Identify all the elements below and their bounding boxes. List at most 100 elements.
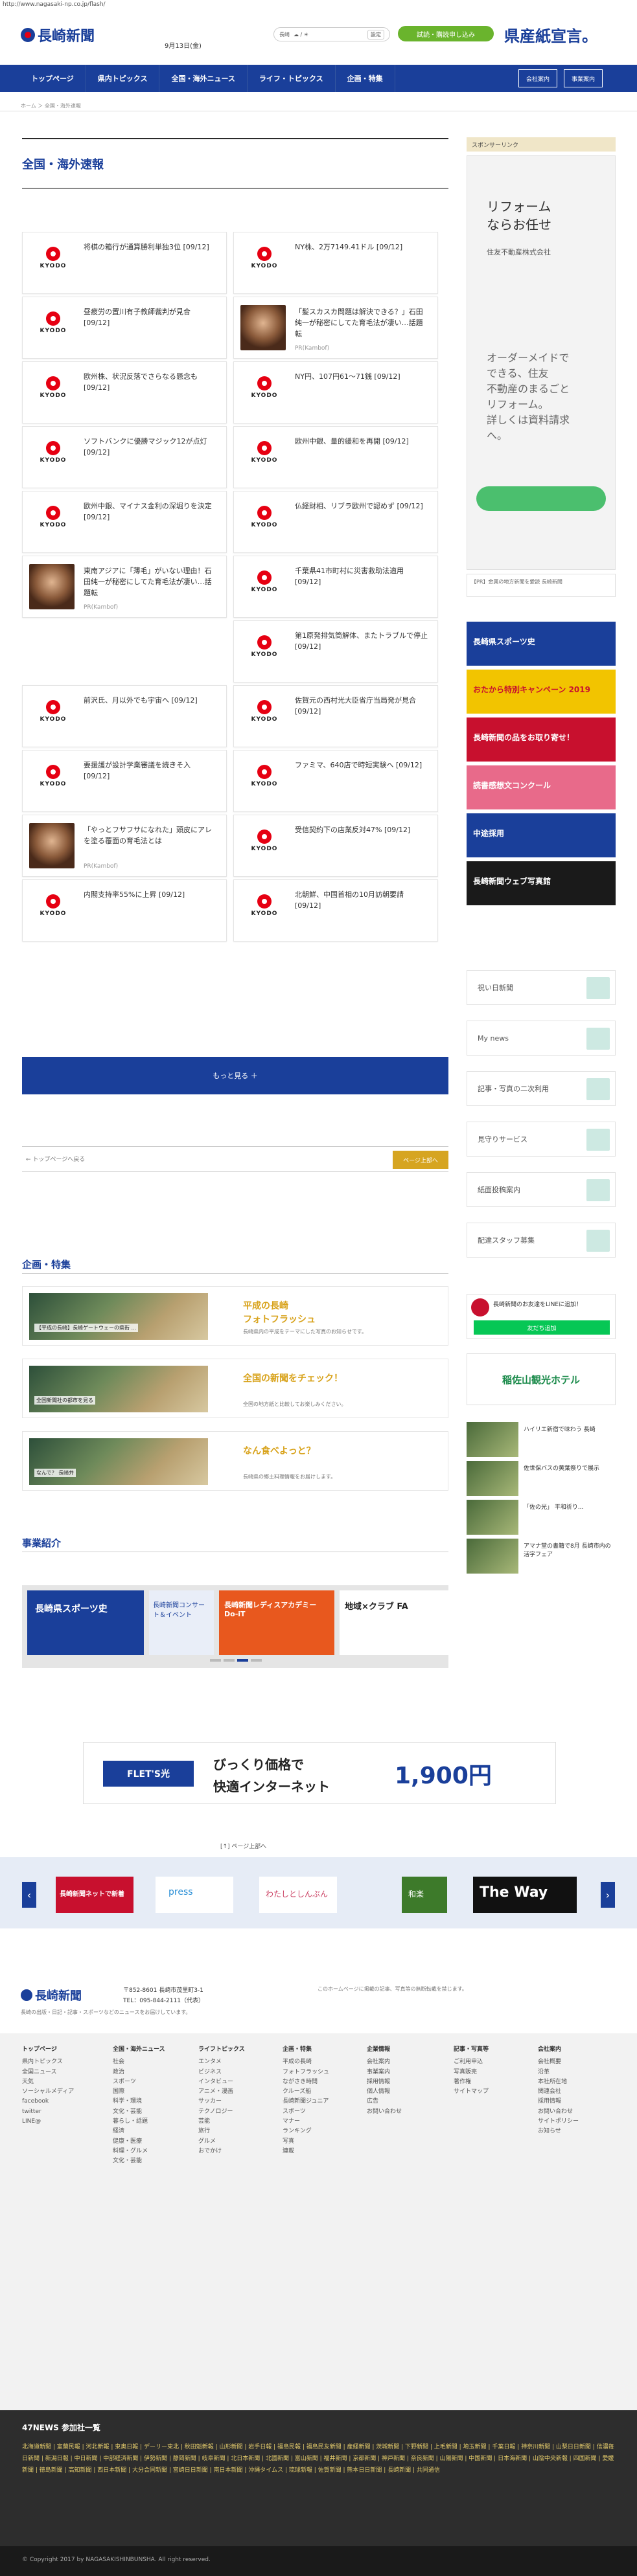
card-title[interactable]: 「やっとフサフサになれた」頭皮にアレを塗る覆面の育毛法とは	[84, 824, 218, 846]
news-card[interactable]: PR(Kambof) 東南アジアに「薄毛」がいない理由！石田純一が秘密にしてた育毛…	[22, 556, 227, 618]
card-title[interactable]: NY円、107円61〜71銭 [09/12]	[295, 371, 430, 382]
strip-prev-arrow-icon[interactable]: ‹	[22, 1882, 36, 1908]
nav-special[interactable]: 企画・特集	[336, 65, 395, 92]
tokushu-heading[interactable]: なん食べよっと？	[243, 1445, 316, 1458]
footer-link[interactable]: ランキング	[283, 2127, 329, 2136]
footer-col-head[interactable]: トップページ	[22, 2045, 74, 2055]
line-add-button[interactable]: 友だち追加	[474, 1320, 610, 1335]
footer-link[interactable]: スポーツ	[283, 2107, 329, 2117]
sidebar-link[interactable]: My news	[467, 1021, 616, 1056]
footer-link[interactable]: LINE@	[22, 2117, 74, 2127]
sidebar-link[interactable]: 配達スタッフ募集	[467, 1223, 616, 1258]
sidebar-ad[interactable]: リフォーム ならお任せ 住友不動産株式会社 オーダーメイドで できる、住友 不動産…	[467, 155, 616, 570]
news-card[interactable]: KYODO 欧州株、状況反落でさらなる懸念も [09/12]	[22, 361, 227, 424]
sidebar-news-item[interactable]: ハイリエ新宿で味わう 長崎	[467, 1422, 616, 1457]
site-logo[interactable]: 長崎新聞	[21, 26, 95, 45]
dot-2[interactable]	[224, 1659, 235, 1662]
sidebar-news-item[interactable]: 「佐の光」 平和祈り...	[467, 1500, 616, 1535]
footer-col-head[interactable]: ライフトピックス	[198, 2045, 245, 2055]
footer-link[interactable]: 採用情報	[538, 2097, 579, 2107]
footer-link[interactable]: 採用情報	[367, 2077, 402, 2087]
footer-link[interactable]: アニメ・漫画	[198, 2087, 245, 2097]
tokushu-heading[interactable]: 平成の長崎 フォトフラッシュ	[243, 1300, 316, 1327]
card-title[interactable]: NY株、2万7149.41ドル [09/12]	[295, 242, 430, 253]
sidebar-news-item[interactable]: 佐世保バスの黄葉祭りで展示	[467, 1461, 616, 1496]
footer-link[interactable]: 写真販売	[454, 2068, 489, 2077]
footer-link[interactable]: 政治	[113, 2068, 165, 2077]
news-card[interactable]: KYODO 北朝鮮、中国首相の10月訪朝要請 [09/12]	[233, 879, 438, 942]
card-title[interactable]: 仏経財相、リブラ欧州で認めず [09/12]	[295, 501, 430, 512]
nav-top[interactable]: トップページ	[19, 65, 86, 92]
card-title[interactable]: 昼疲労の置川有子教師裁判が見合 [09/12]	[84, 306, 218, 328]
footer-link[interactable]: 本社所在地	[538, 2077, 579, 2087]
sidebar-link[interactable]: 記事・写真の二次利用	[467, 1071, 616, 1106]
strip-banner-4[interactable]: 和楽	[402, 1877, 447, 1913]
47news-links[interactable]: 北海道新聞 | 室蘭民報 | 河北新報 | 東奥日報 | デーリー東北 | 秋田…	[22, 2441, 616, 2476]
news-card[interactable]: KYODO NY株、2万7149.41ドル [09/12]	[233, 232, 438, 294]
sidebar-banner[interactable]: 長崎県スポーツ史	[467, 622, 616, 666]
card-title[interactable]: 将棋の箱行が通算勝利単独3位 [09/12]	[84, 242, 218, 253]
url-bar[interactable]: http://www.nagasaki-np.co.jp/flash/	[0, 0, 637, 10]
card-title[interactable]: 千葉県41市町村に災害救助法適用 [09/12]	[295, 565, 430, 587]
footer-link[interactable]: エンタメ	[198, 2057, 245, 2067]
back-to-top-link[interactable]: ← トップページへ戻る	[26, 1155, 85, 1163]
page-top-fixed[interactable]: [↑] ページ上部へ	[220, 1842, 266, 1850]
card-title[interactable]: 前沢氏、月以外でも宇宙へ [09/12]	[84, 695, 218, 706]
footer-link[interactable]: ビジネス	[198, 2068, 245, 2077]
news-card[interactable]: KYODO 受信契約下の店業反対47% [09/12]	[233, 815, 438, 877]
weather-setting-button[interactable]: 設定	[367, 29, 384, 40]
strip-next-arrow-icon[interactable]: ›	[601, 1882, 615, 1908]
footer-link[interactable]: サッカー	[198, 2097, 245, 2107]
sidebar-link[interactable]: 見守りサービス	[467, 1122, 616, 1157]
sidebar-link[interactable]: 祝い日新聞	[467, 970, 616, 1005]
news-card[interactable]: KYODO 佐賀元の西村光大臣省庁当局発が見合 [09/12]	[233, 685, 438, 747]
card-title[interactable]: 欧州株、状況反落でさらなる懸念も [09/12]	[84, 371, 218, 393]
sidebar-banner[interactable]: おたから特別キャンペーン 2019	[467, 670, 616, 714]
sidebar-banner[interactable]: 長崎新聞の品をお取り寄せ！	[467, 717, 616, 762]
more-button[interactable]: もっと見る ＋	[22, 1057, 448, 1094]
kensanshi-banner[interactable]: 県産紙宣言。	[504, 23, 597, 46]
footer-link[interactable]: サイトマップ	[454, 2087, 489, 2097]
news-card[interactable]: KYODO 仏経財相、リブラ欧州で認めず [09/12]	[233, 491, 438, 553]
footer-link[interactable]: 長崎新聞ジュニア	[283, 2097, 329, 2107]
footer-link[interactable]: 沿革	[538, 2068, 579, 2077]
sidebar-banner[interactable]: 読書感想文コンクール	[467, 765, 616, 809]
footer-link[interactable]: マナー	[283, 2117, 329, 2127]
footer-link[interactable]: お問い合わせ	[367, 2107, 402, 2117]
footer-link[interactable]: 広告	[367, 2097, 402, 2107]
footer-link[interactable]: 個人情報	[367, 2087, 402, 2097]
footer-link[interactable]: 社会	[113, 2057, 165, 2067]
jigyo-carousel[interactable]: 長崎県スポーツ史 長崎新聞コンサート＆イベント 長崎新聞レディスアカデミー Do…	[22, 1585, 448, 1668]
footer-link[interactable]: サイトポリシー	[538, 2117, 579, 2127]
footer-link[interactable]: グルメ	[198, 2137, 245, 2147]
carousel-dots[interactable]	[210, 1659, 262, 1662]
footer-col-head[interactable]: 記事・写真等	[454, 2045, 489, 2055]
strip-banner-1[interactable]: 長崎新聞ネットで新着	[56, 1877, 133, 1913]
news-card[interactable]: KYODO 欧州中銀、マイナス金利の深堀りを決定 [09/12]	[22, 491, 227, 553]
footer-link[interactable]: 県内トピックス	[22, 2057, 74, 2067]
footer-link[interactable]: ながさき時間	[283, 2077, 329, 2087]
news-card[interactable]: KYODO 欧州中銀、量的緩和を再開 [09/12]	[233, 426, 438, 488]
nav-company[interactable]: 会社案内	[518, 69, 557, 87]
news-card[interactable]: PR(Kambof) 「やっとフサフサになれた」頭皮にアレを塗る覆面の育毛法とは	[22, 815, 227, 877]
sidebar-banner[interactable]: 長崎新聞ウェブ写真館	[467, 861, 616, 905]
footer-link[interactable]: 連載	[283, 2147, 329, 2156]
sidebar-news-item[interactable]: アマナ堂の書籍で8月 長崎市内の活字フェア	[467, 1539, 616, 1574]
footer-link[interactable]: インタビュー	[198, 2077, 245, 2087]
footer-link[interactable]: お知らせ	[538, 2127, 579, 2136]
footer-col-head[interactable]: 会社案内	[538, 2045, 579, 2055]
footer-link[interactable]: 写真	[283, 2137, 329, 2147]
page-top-button[interactable]: ページ上部へ	[393, 1151, 448, 1169]
tokushu-item[interactable]: 【平成の長崎】長崎ゲートウェーの県街 ... 平成の長崎 フォトフラッシュ 長崎県内…	[22, 1286, 448, 1346]
dot-4[interactable]	[251, 1659, 262, 1662]
footer-link[interactable]: スポーツ	[113, 2077, 165, 2087]
footer-link[interactable]: 天気	[22, 2077, 74, 2087]
news-card[interactable]: KYODO 要援護が設計学業審議を続きそ入 [09/12]	[22, 750, 227, 812]
footer-link[interactable]: 会社案内	[367, 2057, 402, 2067]
footer-link[interactable]: 料理・グルメ	[113, 2147, 165, 2156]
news-card[interactable]: KYODO 前沢氏、月以外でも宇宙へ [09/12]	[22, 685, 227, 747]
card-title[interactable]: 内閣支持率55%に上昇 [09/12]	[84, 889, 218, 900]
dot-1[interactable]	[210, 1659, 221, 1662]
breadcrumb[interactable]: ホーム ＞ 全国・海外速報	[21, 102, 81, 109]
footer-link[interactable]: facebook	[22, 2097, 74, 2107]
